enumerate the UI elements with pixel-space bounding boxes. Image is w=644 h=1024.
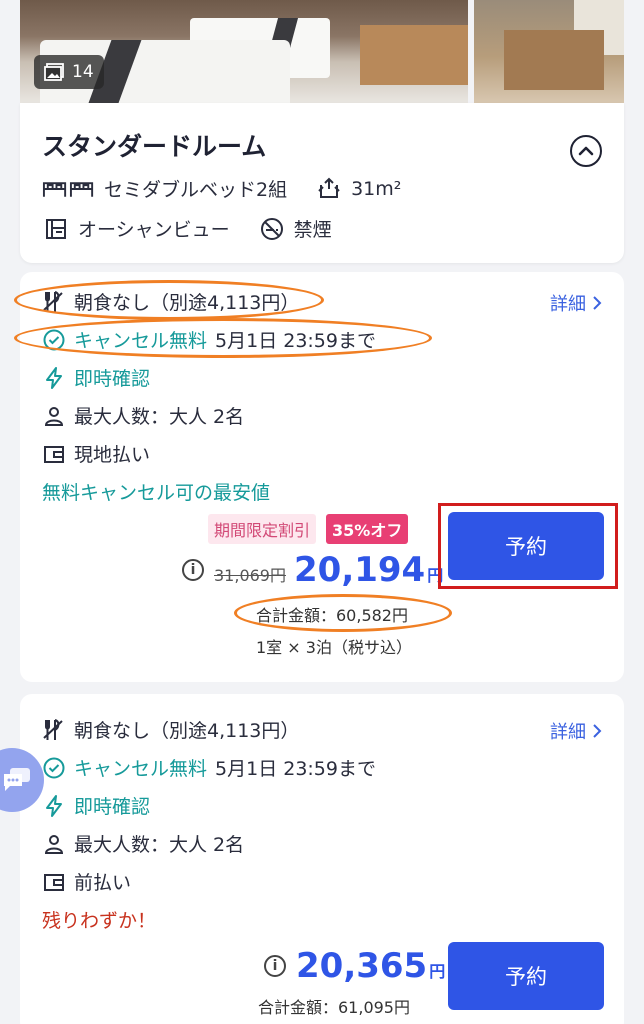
room-photo-main[interactable]: 14 — [20, 0, 468, 103]
instant-confirmation: 即時確認 — [74, 368, 151, 390]
annotation-ellipse — [234, 594, 452, 632]
person-icon — [44, 406, 64, 426]
cancellation-row: キャンセル無料 5月1日 23:59まで — [42, 754, 376, 781]
photo-detail — [504, 30, 604, 90]
room-view: オーシャンビュー — [78, 219, 230, 241]
max-occupancy: 最大人数：大人 2名 — [74, 834, 245, 856]
room-size-icon — [318, 177, 340, 198]
room-size: 31m² — [351, 177, 402, 200]
payment-row: 前払い — [42, 868, 131, 895]
room-photo-gallery[interactable]: 14 — [20, 0, 624, 103]
wallet-icon — [44, 873, 64, 891]
details-label: 詳細 — [550, 722, 586, 743]
meal-plan: 朝食なし（別途4,113円） — [74, 720, 300, 742]
lightning-icon — [46, 366, 62, 389]
lightning-icon — [46, 794, 62, 817]
chevron-right-icon — [593, 296, 602, 310]
details-label: 詳細 — [550, 294, 586, 315]
occupancy-row: 最大人数：大人 2名 — [42, 402, 244, 429]
room-features-row-1: セミダブルベッド2組 31m² — [42, 175, 401, 202]
price-line: i 31,069円 20,194 円 — [182, 550, 443, 590]
meal-plan-row: 朝食なし（別途4,113円） — [42, 716, 299, 743]
stay-summary: 1室 × 3泊（税サ込） — [256, 638, 412, 657]
photo-count-value: 14 — [72, 62, 94, 82]
cancellation-deadline: 5月1日 23:59まで — [215, 758, 376, 780]
payment-row: 現地払い — [42, 440, 150, 467]
wallet-icon — [44, 445, 64, 463]
max-occupancy: 最大人数：大人 2名 — [74, 406, 245, 428]
rate-offer-card: 朝食なし（別途4,113円） 詳細 キャンセル無料 5月1日 23:59まで 即… — [20, 694, 624, 1024]
no-smoking-icon — [260, 217, 283, 240]
price-line: i 20,365 円 — [264, 946, 445, 986]
occupancy-row: 最大人数：大人 2名 — [42, 830, 244, 857]
check-circle-icon — [43, 757, 65, 778]
info-icon[interactable]: i — [182, 559, 204, 581]
room-features-row-2: オーシャンビュー 禁煙 — [42, 215, 332, 242]
price: 20,365 — [296, 946, 428, 986]
no-meal-icon — [43, 718, 63, 740]
person-icon — [44, 834, 64, 854]
free-cancellation-label: キャンセル無料 — [74, 758, 208, 780]
chevron-right-icon — [593, 724, 602, 738]
low-availability-note: 残りわずか！ — [42, 910, 157, 932]
total-amount: 合計金額：61,095円 — [258, 998, 410, 1017]
confirmation-row: 即時確認 — [42, 792, 150, 819]
photo-count-badge[interactable]: 14 — [34, 55, 104, 89]
ocean-view-icon — [46, 218, 66, 239]
discount-percent-badge: 35%オフ — [326, 514, 409, 544]
annotation-ellipse — [14, 318, 432, 358]
room-photo-secondary[interactable] — [474, 0, 624, 103]
rate-offer-card: 朝食なし（別途4,113円） 詳細 キャンセル無料 5月1日 23:59まで 即… — [14, 272, 624, 682]
photo-detail — [360, 25, 468, 85]
limited-time-discount-tag: 期間限定割引 — [208, 514, 317, 544]
chevron-up-icon — [578, 146, 594, 156]
room-card: スタンダードルーム セミダブルベッド2組 31m² オーシャンビュー 禁煙 — [20, 103, 624, 263]
image-icon — [44, 63, 64, 81]
payment-method: 前払い — [74, 872, 132, 894]
details-link[interactable]: 詳細 — [550, 290, 602, 316]
room-title: スタンダードルーム — [42, 132, 267, 161]
info-icon[interactable]: i — [264, 955, 286, 977]
discounted-price: 20,194 — [294, 550, 426, 590]
collapse-button[interactable] — [570, 135, 602, 167]
annotation-ellipse — [14, 280, 324, 320]
instant-confirmation: 即時確認 — [74, 796, 151, 818]
payment-method: 現地払い — [74, 444, 151, 466]
chat-icon — [4, 768, 30, 791]
smoking-policy: 禁煙 — [293, 219, 332, 241]
book-button[interactable]: 予約 — [448, 942, 604, 1010]
details-link[interactable]: 詳細 — [550, 718, 602, 744]
lowest-price-note: 無料キャンセル可の最安値 — [42, 482, 271, 504]
highlight-box — [438, 503, 618, 589]
promo-badges: 期間限定割引 35%オフ — [208, 514, 409, 544]
price-currency: 円 — [429, 962, 446, 981]
bed-icon — [42, 181, 94, 197]
original-price: 31,069円 — [214, 566, 286, 585]
confirmation-row: 即時確認 — [42, 364, 150, 391]
bed-type: セミダブルベッド2組 — [104, 179, 288, 201]
